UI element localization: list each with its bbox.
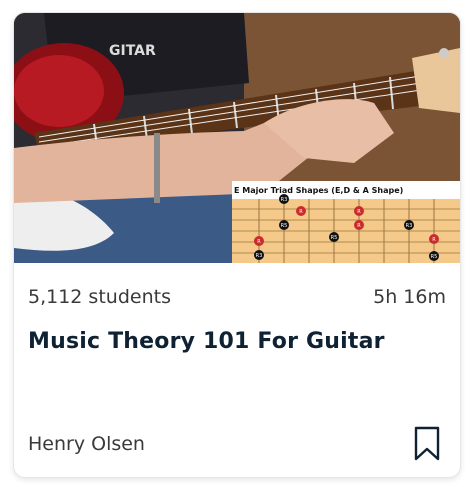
svg-text:R5: R5: [281, 223, 288, 229]
chart-title: E Major Triad Shapes (E,D & A Shape): [234, 186, 403, 195]
shirt-logo: GITAR: [109, 43, 156, 59]
course-meta: 5,112 students 5h 16m: [28, 283, 446, 311]
course-duration: 5h 16m: [373, 286, 446, 308]
course-author[interactable]: Henry Olsen: [28, 433, 145, 455]
svg-text:R3: R3: [406, 223, 413, 229]
svg-text:R3: R3: [256, 253, 263, 259]
thumbnail-image: GITAR E Major Triad Shapes (E,D & A Shap…: [14, 13, 460, 263]
svg-text:R: R: [357, 209, 361, 215]
svg-text:R5: R5: [431, 254, 438, 260]
bookmark-button[interactable]: [414, 426, 440, 462]
svg-text:R: R: [357, 223, 361, 229]
svg-text:R: R: [257, 239, 261, 245]
course-thumbnail[interactable]: GITAR E Major Triad Shapes (E,D & A Shap…: [14, 13, 460, 263]
svg-text:R3: R3: [281, 197, 288, 203]
svg-text:R5: R5: [331, 235, 338, 241]
course-title[interactable]: Music Theory 101 For Guitar: [28, 329, 446, 354]
course-card[interactable]: GITAR E Major Triad Shapes (E,D & A Shap…: [13, 12, 461, 478]
svg-text:R: R: [299, 209, 303, 215]
student-count: 5,112 students: [28, 286, 171, 308]
bookmark-icon: [414, 426, 440, 461]
svg-text:R: R: [432, 237, 436, 243]
